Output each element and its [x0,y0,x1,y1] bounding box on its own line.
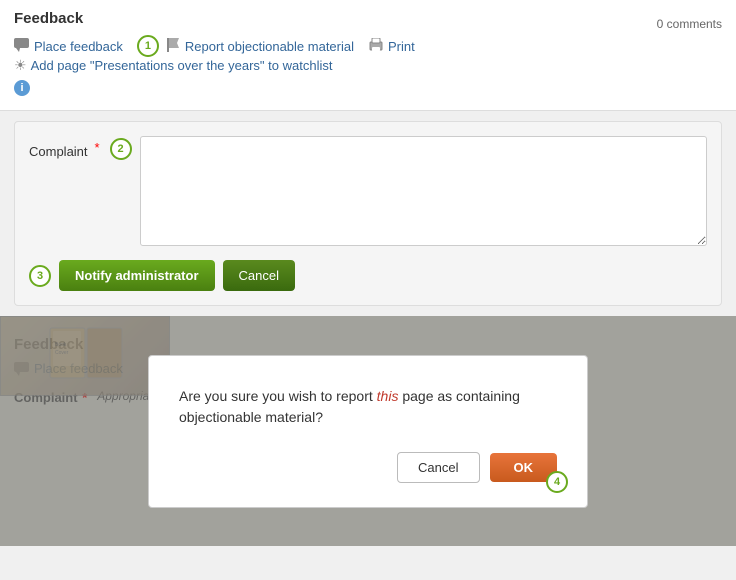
modal-buttons: Cancel OK 4 [179,452,557,483]
place-feedback-button[interactable]: Place feedback [14,38,123,55]
toolbar-row: Place feedback 1 Report objectionable ma… [14,35,722,74]
required-indicator: * [95,140,100,155]
info-icon[interactable]: i [14,80,30,96]
top-panel: Feedback 0 comments Place feedback 1 [0,0,736,111]
step-1-circle: 1 [137,35,159,57]
modal-dialog: Are you sure you wish to report this pag… [148,355,588,508]
comments-count: 0 comments [657,17,722,31]
report-label: Report objectionable material [185,39,354,54]
modal-cancel-button[interactable]: Cancel [397,452,479,483]
watchlist-label: Add page "Presentations over the years" … [31,58,333,73]
print-button[interactable]: Print [368,38,415,55]
watchlist-button[interactable]: ☀ Add page "Presentations over the years… [14,57,332,74]
modal-overlay: Are you sure you wish to report this pag… [0,316,736,546]
print-label: Print [388,39,415,54]
step-2-circle: 2 [110,138,132,160]
form-buttons: 3 Notify administrator Cancel [29,260,707,291]
complaint-row: Complaint * 2 [29,136,707,246]
notify-administrator-button[interactable]: Notify administrator [59,260,215,291]
step-3-circle: 3 [29,265,51,287]
star-icon: ☀ [14,57,27,74]
print-icon [368,38,384,55]
report-objectionable-button[interactable]: Report objectionable material [167,38,354,55]
modal-highlight: this [377,388,399,404]
cancel-form-button[interactable]: Cancel [223,260,295,291]
modal-message: Are you sure you wish to report this pag… [179,386,557,428]
bottom-area: Book Cover Feedback Place feedback [0,316,736,546]
chat-icon [14,38,30,55]
step-4-circle: 4 [546,471,568,493]
second-toolbar-row: i [14,80,722,96]
place-feedback-label: Place feedback [34,39,123,54]
form-panel: Complaint * 2 3 Notify administrator Can… [14,121,722,306]
complaint-textarea[interactable] [140,136,707,246]
complaint-label: Complaint [29,140,88,159]
flag-icon [167,38,181,55]
page-title: Feedback [14,10,722,27]
